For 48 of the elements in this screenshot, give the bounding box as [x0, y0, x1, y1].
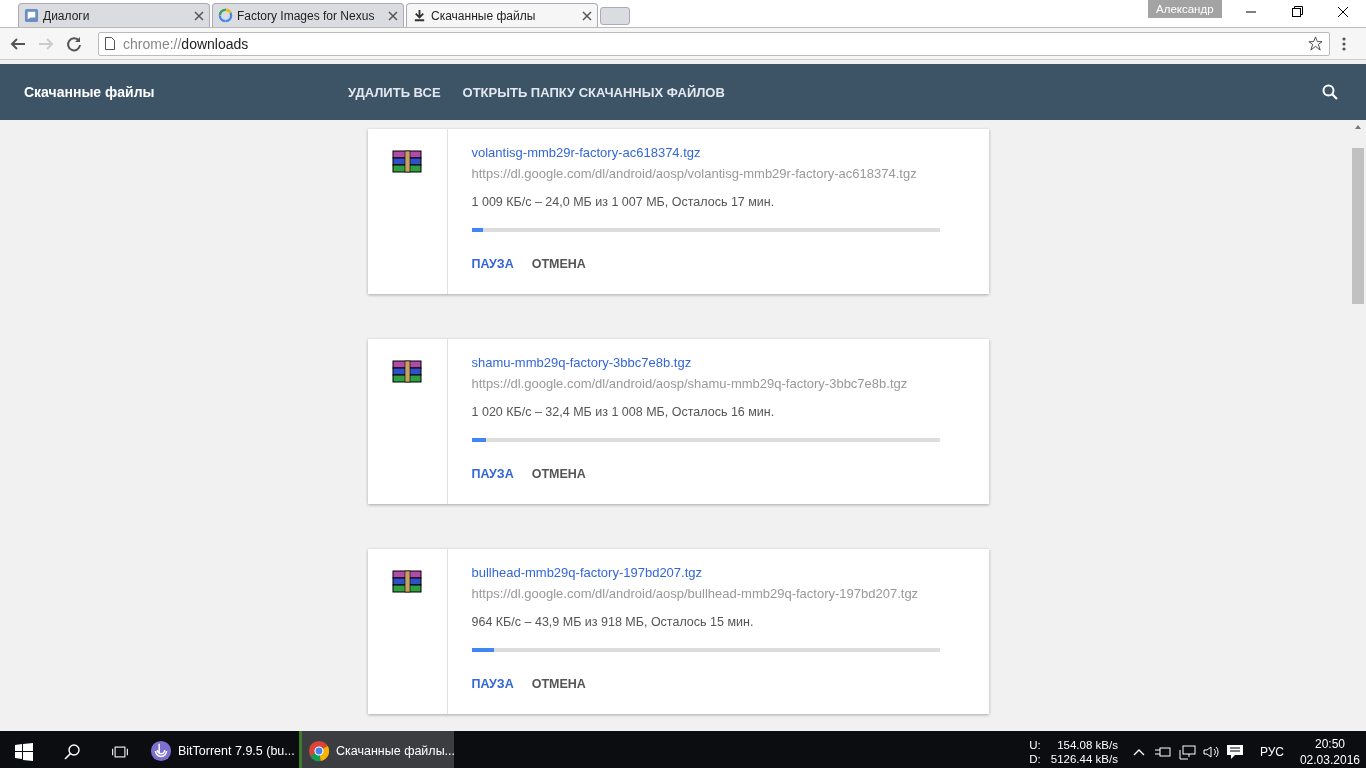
language-indicator[interactable]: РУС — [1259, 744, 1284, 759]
chat-icon — [24, 8, 39, 23]
star-icon[interactable] — [1308, 36, 1323, 51]
close-icon[interactable] — [582, 10, 592, 21]
file-url: https://dl.google.com/dl/android/aosp/shamu-mmb29q-factory-3bbc7e8b.tgz — [471, 376, 909, 391]
clock[interactable]: 20:50 02.03.2016 — [1299, 735, 1360, 768]
download-action[interactable]: ПАУЗА — [471, 257, 514, 271]
file-url: https://dl.google.com/dl/android/aosp/volantisg-mmb29r-factory-ac618374.tgz — [471, 166, 918, 181]
reload-icon[interactable] — [65, 34, 83, 53]
address-text: chrome://downloads — [123, 35, 250, 52]
file-url: https://dl.google.com/dl/android/aosp/bullhead-mmb29q-factory-197bd207.tgz — [471, 586, 920, 601]
download-status: 964 КБ/с – 43,9 МБ из 918 МБ, Осталось 15 мин. — [471, 615, 755, 629]
search-icon[interactable] — [1322, 84, 1338, 100]
archive-icon — [390, 569, 424, 595]
page-icon — [105, 37, 115, 50]
file-name-link[interactable]: volantisg-mmb29r-factory-ac618374.tgz — [471, 145, 965, 160]
archive-icon — [390, 359, 424, 385]
address-bar[interactable]: chrome://downloads — [98, 31, 1330, 56]
download-status: 1 009 КБ/с – 24,0 МБ из 1 007 МБ, Осталось 17 мин. — [471, 195, 776, 209]
archive-icon — [390, 149, 424, 175]
browser-tab[interactable]: Factory Images for Nexus — [212, 3, 404, 27]
download-action[interactable]: ОТМЕНА — [531, 467, 586, 481]
volume-icon[interactable] — [1201, 743, 1220, 760]
download-action[interactable]: ПАУЗА — [471, 467, 514, 481]
browser-tab[interactable]: Диалоги — [18, 3, 210, 27]
site-icon — [218, 8, 233, 23]
torrent-app-icon — [150, 739, 172, 762]
network-icon[interactable] — [1177, 743, 1196, 760]
download-icon — [412, 8, 427, 23]
file-name-link[interactable]: bullhead-mmb29q-factory-197bd207.tgz — [471, 565, 965, 580]
header-action[interactable]: ОТКРЫТЬ ПАПКУ СКАЧАННЫХ ФАЙЛОВ — [462, 84, 725, 100]
download-status: 1 020 КБ/с – 32,4 МБ из 1 008 МБ, Осталось 16 мин. — [471, 405, 776, 419]
download-action[interactable]: ОТМЕНА — [531, 257, 586, 271]
taskbar-app[interactable]: Скачанные файлы... — [299, 731, 454, 768]
close-icon[interactable] — [194, 10, 204, 21]
notification-icon[interactable] — [1225, 743, 1244, 760]
download-action[interactable]: ОТМЕНА — [531, 677, 586, 691]
browser-app-icon — [308, 739, 330, 762]
file-name-link[interactable]: shamu-mmb29q-factory-3bbc7e8b.tgz — [471, 355, 965, 370]
header-action[interactable]: УДАЛИТЬ ВСЕ — [348, 84, 441, 100]
windows-start-icon[interactable] — [15, 742, 33, 761]
close-icon[interactable] — [388, 10, 398, 21]
scrollbar-thumb[interactable] — [1352, 148, 1364, 304]
search-icon[interactable] — [63, 742, 81, 761]
browser-tab[interactable]: Скачанные файлы — [406, 3, 598, 27]
page-title: Скачанные файлы — [24, 84, 156, 100]
download-action[interactable]: ПАУЗА — [471, 677, 514, 691]
network-speed: U: 154.08 kB/s D: 5126.44 kB/s — [1029, 737, 1118, 766]
